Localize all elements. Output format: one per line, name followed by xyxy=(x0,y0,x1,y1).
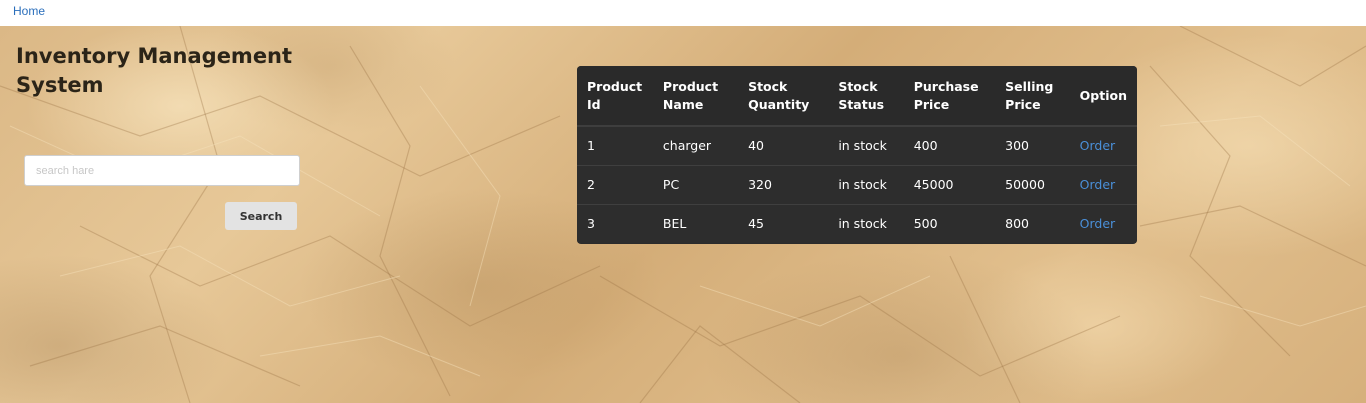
cell-purchase-price: 400 xyxy=(903,125,996,165)
search-button[interactable]: Search xyxy=(225,202,297,230)
cell-product-id: 3 xyxy=(577,203,653,243)
cell-option: Order xyxy=(1069,203,1137,243)
column-header-stock-quantity: Stock Quantity xyxy=(738,66,829,127)
cell-stock-status: in stock xyxy=(828,164,904,204)
inventory-table-container: Product Id Product Name Stock Quantity S… xyxy=(577,66,1137,244)
page-title: Inventory Management System xyxy=(16,44,293,97)
table-row: 2 PC 320 in stock 45000 50000 Order xyxy=(577,164,1137,204)
cell-stock-quantity: 40 xyxy=(738,125,829,165)
cell-purchase-price: 500 xyxy=(903,203,996,243)
column-header-stock-status: Stock Status xyxy=(828,66,904,127)
order-link[interactable]: Order xyxy=(1080,138,1116,153)
order-link[interactable]: Order xyxy=(1080,216,1116,231)
cell-product-name: charger xyxy=(652,125,739,165)
cell-product-id: 1 xyxy=(577,125,653,165)
order-link[interactable]: Order xyxy=(1080,177,1116,192)
column-header-option: Option xyxy=(1069,66,1137,127)
cell-selling-price: 50000 xyxy=(995,164,1070,204)
cell-stock-quantity: 45 xyxy=(738,203,829,243)
cell-stock-quantity: 320 xyxy=(738,164,829,204)
column-header-product-id: Product Id xyxy=(577,66,653,127)
inventory-table: Product Id Product Name Stock Quantity S… xyxy=(577,66,1137,243)
cell-purchase-price: 45000 xyxy=(903,164,996,204)
cell-selling-price: 300 xyxy=(995,125,1070,165)
cell-stock-status: in stock xyxy=(828,125,904,165)
cell-option: Order xyxy=(1069,125,1137,165)
cell-option: Order xyxy=(1069,164,1137,204)
column-header-purchase-price: Purchase Price xyxy=(903,66,996,127)
table-row: 3 BEL 45 in stock 500 800 Order xyxy=(577,203,1137,243)
top-nav-bar: Home xyxy=(0,0,1366,26)
home-link[interactable]: Home xyxy=(13,4,45,18)
cell-product-name: PC xyxy=(652,164,739,204)
cell-stock-status: in stock xyxy=(828,203,904,243)
table-header-row: Product Id Product Name Stock Quantity S… xyxy=(577,66,1137,127)
cell-selling-price: 800 xyxy=(995,203,1070,243)
cell-product-id: 2 xyxy=(577,164,653,204)
column-header-selling-price: Selling Price xyxy=(995,66,1070,127)
table-row: 1 charger 40 in stock 400 300 Order xyxy=(577,125,1137,165)
column-header-product-name: Product Name xyxy=(652,66,739,127)
cell-product-name: BEL xyxy=(652,203,739,243)
search-input[interactable] xyxy=(24,155,300,186)
